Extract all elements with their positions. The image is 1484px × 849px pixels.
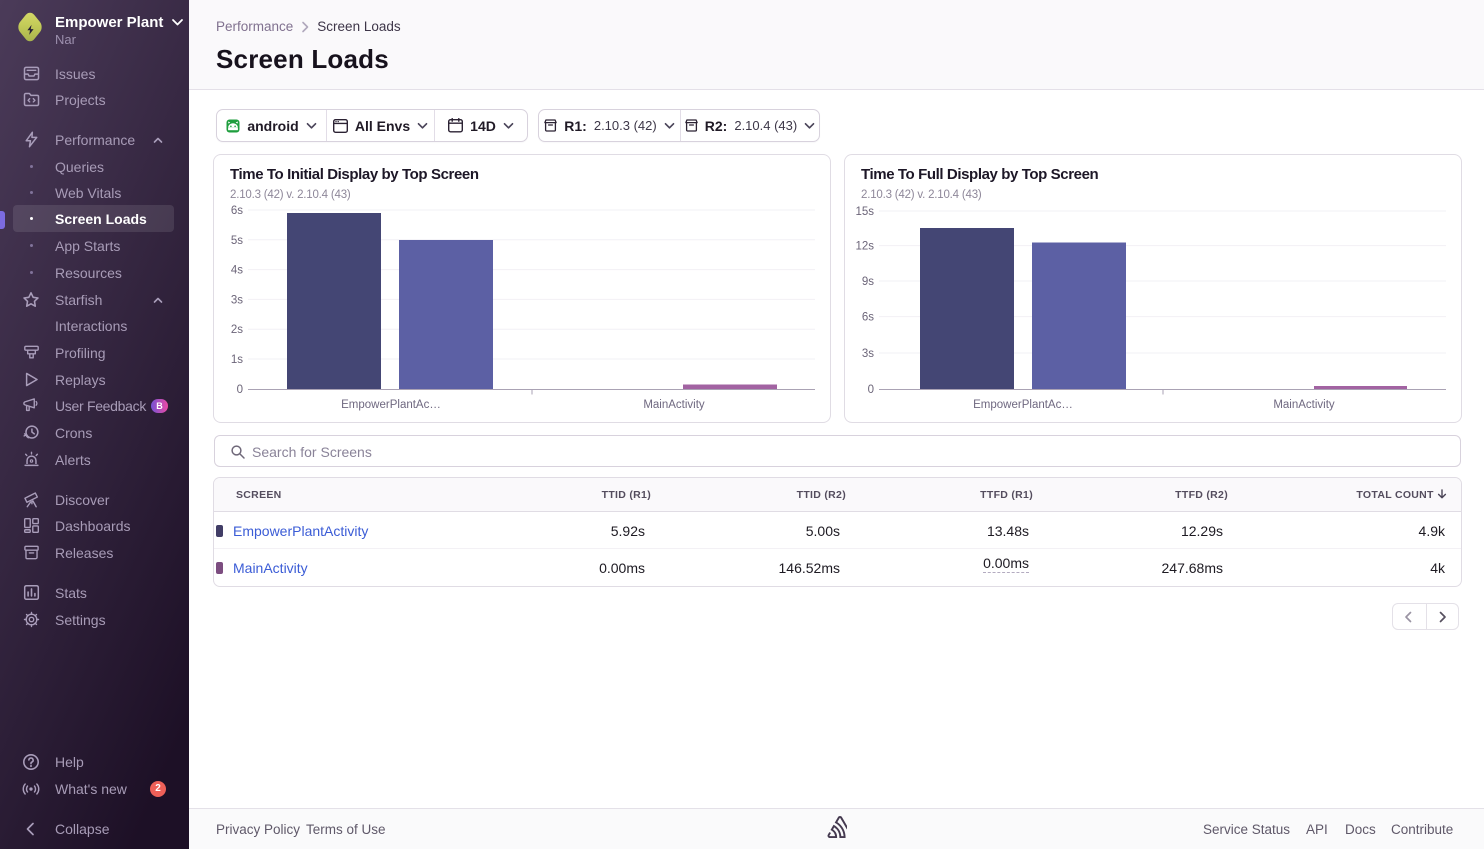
svg-text:2s: 2s xyxy=(231,324,243,336)
svg-text:0: 0 xyxy=(237,384,243,396)
svg-text:EmpowerPlantAc…: EmpowerPlantAc… xyxy=(973,399,1073,411)
svg-text:6s: 6s xyxy=(231,205,243,217)
svg-text:15s: 15s xyxy=(855,206,874,218)
svg-text:0: 0 xyxy=(868,384,874,396)
svg-text:MainActivity: MainActivity xyxy=(1273,399,1335,411)
svg-text:5s: 5s xyxy=(231,235,243,247)
svg-text:3s: 3s xyxy=(862,348,874,360)
svg-text:MainActivity: MainActivity xyxy=(643,399,705,411)
svg-text:3s: 3s xyxy=(231,294,243,306)
svg-text:6s: 6s xyxy=(862,312,874,324)
svg-text:EmpowerPlantAc…: EmpowerPlantAc… xyxy=(341,399,441,411)
svg-text:1s: 1s xyxy=(231,354,243,366)
svg-text:12s: 12s xyxy=(855,241,874,253)
svg-text:4s: 4s xyxy=(231,265,243,277)
svg-text:9s: 9s xyxy=(862,276,874,288)
